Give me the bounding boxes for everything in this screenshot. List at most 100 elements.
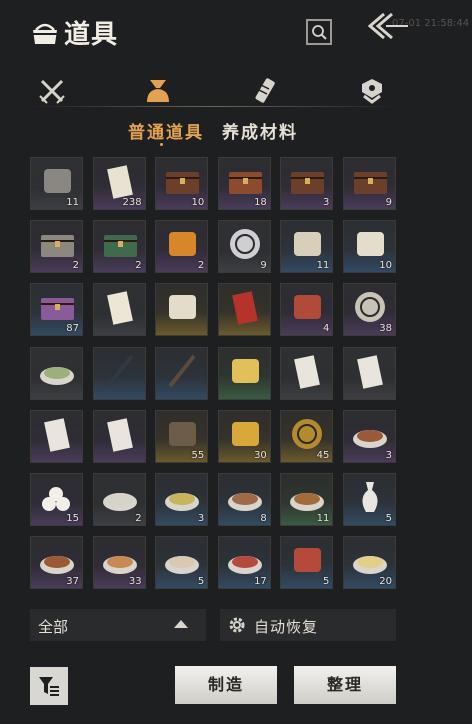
staff-icon <box>168 354 196 387</box>
item-slot[interactable]: 8 <box>217 473 271 526</box>
item-slot[interactable]: 5 <box>155 536 209 590</box>
item-slot[interactable]: 37 <box>30 536 83 590</box>
grey-box-icon <box>41 235 74 258</box>
item-slot[interactable]: 17 <box>217 536 271 590</box>
item-slot[interactable] <box>92 283 146 337</box>
back-button[interactable] <box>362 10 410 46</box>
item-slot[interactable]: 2 <box>92 220 146 274</box>
item-slot[interactable] <box>217 346 271 400</box>
item-slot[interactable] <box>155 283 209 337</box>
item-slot[interactable]: 3 <box>343 409 396 463</box>
item-slot[interactable]: 15 <box>30 473 83 526</box>
item-slot[interactable]: 238 <box>92 157 146 210</box>
item-slot[interactable]: 11 <box>280 220 334 274</box>
item-slot[interactable]: 2 <box>92 473 146 526</box>
sort-filter-button[interactable] <box>30 667 68 705</box>
sliced-meat-icon <box>294 548 322 573</box>
item-slot[interactable]: 11 <box>280 473 334 526</box>
bag-icon <box>33 23 57 44</box>
item-count: 238 <box>122 197 142 208</box>
filter-dropdown[interactable]: 全部 <box>30 609 206 641</box>
item-count: 3 <box>385 449 392 461</box>
page-title: 道具 <box>64 20 119 50</box>
tab-badges[interactable] <box>352 74 392 108</box>
search-button[interactable] <box>306 19 332 45</box>
active-subtab-indicator <box>160 143 163 146</box>
item-slot[interactable]: 10 <box>155 157 209 210</box>
item-count: 45 <box>316 449 330 461</box>
item-slot[interactable]: 2 <box>30 220 83 274</box>
tidy-button[interactable]: 整理 <box>294 666 396 704</box>
item-slot[interactable] <box>30 409 83 463</box>
item-count: 2 <box>135 513 142 524</box>
item-slot[interactable]: 33 <box>92 536 146 590</box>
item-slot[interactable] <box>280 346 334 400</box>
tab-items[interactable] <box>138 74 178 108</box>
item-slot[interactable]: 9 <box>343 157 396 210</box>
item-slot[interactable]: 3 <box>155 473 209 526</box>
envelope-icon <box>294 354 321 389</box>
envelope-icon <box>357 354 383 389</box>
ornate-chest-icon <box>228 172 262 194</box>
item-grid: 11 238 10 18 3 9 2 2 2 9 11 10 87 4 38 55 30 45 3 15 2 3 8 11 5 3… <box>30 157 396 590</box>
pendant-icon <box>294 295 322 320</box>
filter-dropdown-label: 全部 <box>38 618 69 636</box>
item-count: 2 <box>197 260 205 272</box>
buns-icon <box>42 487 70 511</box>
item-slot[interactable]: 18 <box>217 157 271 210</box>
item-slot[interactable] <box>343 346 396 400</box>
letter-icon <box>106 418 133 452</box>
item-count: 5 <box>385 513 392 524</box>
item-slot[interactable]: 55 <box>155 409 209 463</box>
book-icon <box>169 295 197 320</box>
item-slot[interactable]: 87 <box>30 283 83 337</box>
subtab-bar: 普通道具 养成材料 <box>0 118 472 146</box>
tab-equipment[interactable] <box>32 74 72 108</box>
item-slot[interactable]: 3 <box>280 157 334 210</box>
subtab-materials[interactable]: 养成材料 <box>222 118 298 143</box>
item-slot[interactable]: 45 <box>280 409 334 463</box>
item-slot[interactable]: 10 <box>343 220 396 274</box>
item-slot[interactable]: 4 <box>280 283 334 337</box>
subtab-normal-items[interactable]: 普通道具 <box>128 118 204 143</box>
item-count: 11 <box>316 260 330 272</box>
item-count: 30 <box>254 449 267 461</box>
item-slot[interactable]: 11 <box>30 157 83 210</box>
item-count: 11 <box>316 513 330 524</box>
item-count: 37 <box>66 576 79 588</box>
item-slot[interactable]: 20 <box>343 536 396 590</box>
back-chevron-icon <box>367 12 408 40</box>
item-slot[interactable] <box>217 283 271 337</box>
item-slot[interactable] <box>30 346 83 400</box>
name-card-icon <box>106 291 133 326</box>
coin-icon <box>292 418 323 449</box>
item-slot[interactable]: 2 <box>155 220 209 274</box>
item-count: 33 <box>128 576 142 588</box>
mountain-emblem-icon <box>229 229 260 260</box>
item-slot[interactable]: 9 <box>217 220 271 274</box>
item-count: 9 <box>385 197 392 208</box>
item-slot[interactable]: 38 <box>343 283 396 337</box>
helmet-icon <box>169 421 197 446</box>
painting-scroll-icon <box>294 232 322 257</box>
item-slot[interactable] <box>155 346 209 400</box>
item-slot[interactable]: 30 <box>217 409 271 463</box>
caret-up-icon <box>174 620 188 628</box>
item-slot[interactable] <box>92 346 146 400</box>
item-count: 87 <box>66 323 79 335</box>
item-slot[interactable]: 5 <box>280 536 334 590</box>
gift-box-icon <box>41 298 74 321</box>
badge-icon <box>362 79 382 104</box>
craft-button[interactable]: 制造 <box>175 666 277 704</box>
item-count: 2 <box>72 260 79 272</box>
item-count: 3 <box>323 197 330 208</box>
item-count: 10 <box>379 260 392 272</box>
auto-recover-toggle[interactable]: 自动恢复 <box>220 609 396 641</box>
green-box-icon <box>103 235 137 258</box>
dumplings-icon <box>40 366 74 385</box>
item-slot[interactable] <box>92 409 146 463</box>
search-icon <box>312 25 327 40</box>
item-slot[interactable]: 5 <box>343 473 396 526</box>
item-count: 5 <box>197 576 205 588</box>
tab-scrolls[interactable] <box>246 74 286 108</box>
